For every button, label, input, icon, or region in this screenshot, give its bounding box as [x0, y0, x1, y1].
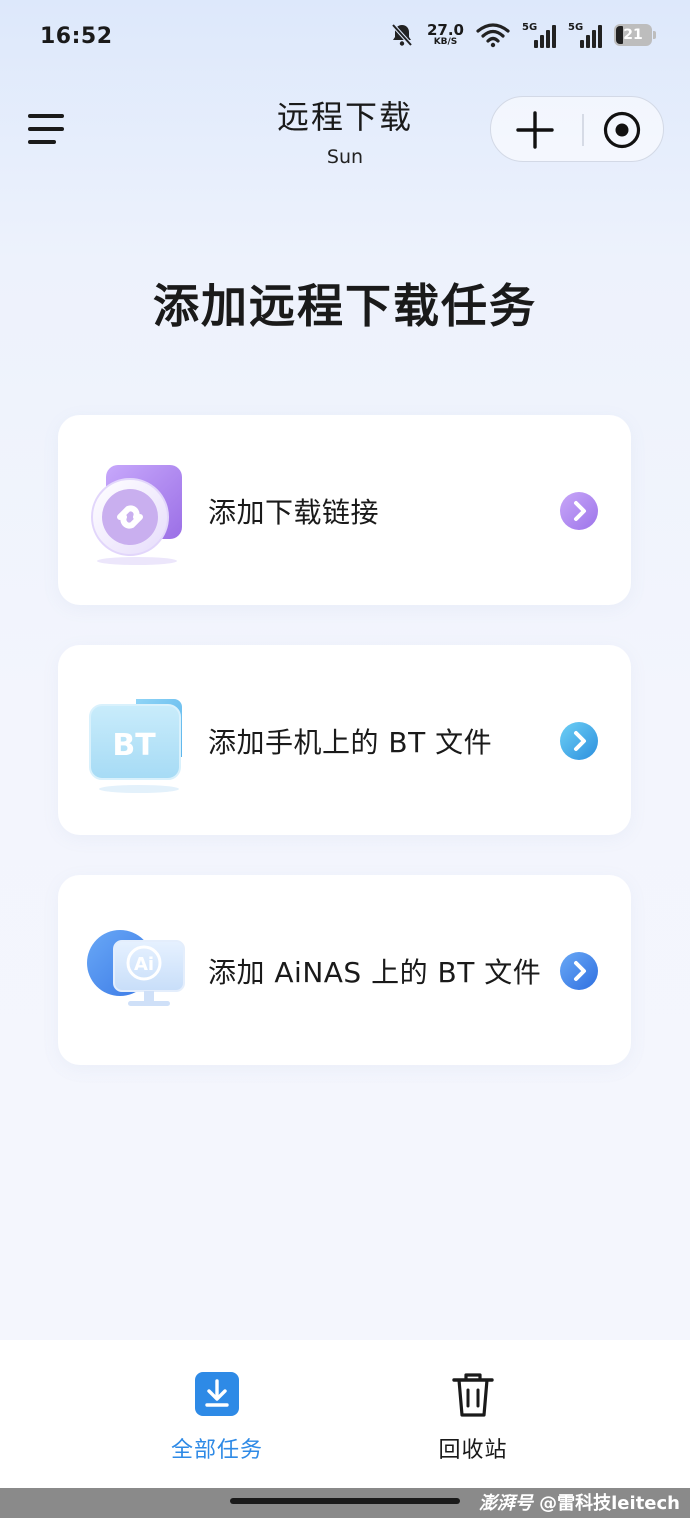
signal-icon-sim2: 5G — [568, 22, 602, 48]
tab-all-tasks[interactable]: 全部任务 — [117, 1340, 317, 1488]
download-icon — [195, 1372, 239, 1416]
signal-icon-sim1: 5G — [522, 22, 556, 48]
tab-recycle-bin-label: 回收站 — [438, 1438, 508, 1463]
target-icon[interactable] — [603, 111, 641, 149]
add-ainas-bt-card[interactable]: Ai 添加 AiNAS 上的 BT 文件 — [58, 875, 631, 1065]
chevron-right-icon — [560, 722, 598, 760]
chevron-right-icon — [560, 492, 598, 530]
status-bar: 16:52 27.0 KB/S 5G 5G 21 — [0, 0, 690, 76]
bottom-tab-bar: 全部任务 回收站 — [0, 1340, 690, 1488]
link-icon — [91, 465, 182, 565]
trash-icon — [452, 1373, 494, 1417]
status-icons: 27.0 KB/S 5G 5G 21 — [389, 22, 656, 48]
wifi-icon — [476, 23, 510, 48]
watermark-handle: @雷科技leitech — [539, 1493, 680, 1514]
network-speed-unit: KB/S — [433, 37, 458, 47]
tab-all-tasks-label: 全部任务 — [170, 1438, 263, 1463]
chevron-right-icon — [560, 952, 598, 990]
add-ainas-bt-label: 添加 AiNAS 上的 BT 文件 — [208, 956, 542, 989]
battery-icon: 21 — [614, 24, 656, 46]
add-icon[interactable] — [516, 111, 554, 149]
add-phone-bt-label: 添加手机上的 BT 文件 — [208, 726, 493, 759]
capsule-divider — [582, 114, 584, 146]
network-speed-value: 27.0 — [426, 21, 464, 39]
add-link-label: 添加下载链接 — [208, 496, 380, 529]
bt-badge-text: BT — [112, 728, 156, 763]
battery-level: 21 — [623, 27, 643, 43]
section-heading: 添加远程下载任务 — [153, 279, 537, 333]
tab-recycle-bin[interactable]: 回收站 — [373, 1340, 573, 1488]
home-indicator[interactable] — [230, 1498, 460, 1504]
ai-badge-text: Ai — [134, 954, 154, 975]
add-link-card[interactable]: 添加下载链接 — [58, 415, 631, 605]
add-phone-bt-card[interactable]: BT 添加手机上的 BT 文件 — [58, 645, 631, 835]
ai-nas-icon: Ai — [87, 930, 185, 1006]
watermark: 澎湃号 @雷科技leitech — [479, 1489, 680, 1515]
status-time: 16:52 — [40, 24, 113, 49]
bt-folder-icon: BT — [89, 699, 182, 793]
watermark-brand: 澎湃号 — [478, 1493, 533, 1514]
bell-muted-icon — [391, 23, 413, 47]
network-speed: 27.0 KB/S — [427, 23, 464, 47]
mini-program-capsule — [490, 96, 664, 162]
